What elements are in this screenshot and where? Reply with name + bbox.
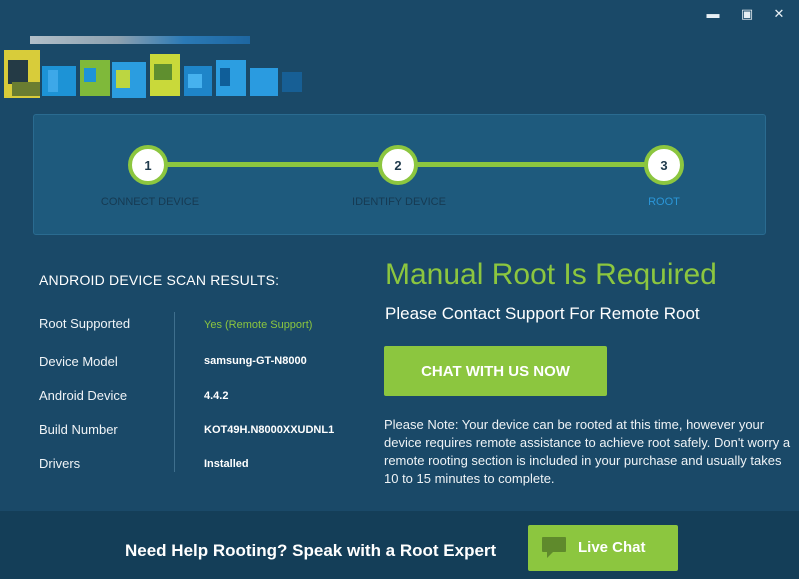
note-text: Please Note: Your device can be rooted a…: [384, 417, 791, 486]
chat-bubble-icon: [542, 537, 566, 558]
footer-help-text: Need Help Rooting? Speak with a Root Exp…: [125, 541, 497, 560]
device-model-value: samsung-GT-N8000: [204, 355, 307, 367]
footer: Need Help Rooting? Speak with a Root Exp…: [0, 511, 799, 579]
headline: Manual Root Is Required: [385, 258, 717, 291]
logo-mosaic: [4, 50, 302, 98]
step-number: 2: [394, 157, 402, 173]
step-number: 3: [660, 157, 668, 173]
drivers-label: Drivers: [39, 456, 81, 471]
app-logo: [0, 0, 310, 112]
step-1-circle: 1: [128, 145, 168, 185]
divider: [174, 312, 175, 472]
android-device-value: 4.4.2: [204, 390, 229, 402]
drivers-value: Installed: [204, 458, 249, 470]
root-supported-value: Yes (Remote Support): [204, 319, 313, 331]
device-model-label: Device Model: [39, 354, 118, 369]
build-number-value: KOT49H.N8000XXUDNL1: [204, 424, 335, 436]
step-connector: [416, 162, 648, 167]
step-number: 1: [144, 157, 152, 173]
step-3-circle: 3: [644, 145, 684, 185]
step-1-label: CONNECT DEVICE: [100, 196, 200, 208]
build-number-label: Build Number: [39, 422, 118, 437]
close-button[interactable]: ✕: [766, 4, 792, 24]
step-connector: [166, 162, 400, 167]
scan-results-title: ANDROID DEVICE SCAN RESULTS:: [39, 272, 280, 288]
subheadline: Please Contact Support For Remote Root: [385, 304, 700, 323]
android-device-label: Android Device: [39, 388, 128, 403]
minimize-button[interactable]: ▬: [700, 4, 726, 24]
root-supported-label: Root Supported: [39, 316, 131, 331]
step-3-label: ROOT: [648, 196, 680, 208]
live-chat-button[interactable]: Live Chat: [528, 525, 678, 571]
chat-with-us-button[interactable]: CHAT WITH US NOW: [384, 346, 607, 396]
title-bar: ▬ ▣ ✕: [0, 0, 799, 98]
live-chat-label: Live Chat: [578, 539, 646, 556]
maximize-button[interactable]: ▣: [734, 4, 760, 24]
progress-stepper: 1 2 3 CONNECT DEVICE IDENTIFY DEVICE ROO…: [33, 114, 766, 235]
step-2-circle: 2: [378, 145, 418, 185]
step-2-label: IDENTIFY DEVICE: [352, 196, 446, 208]
